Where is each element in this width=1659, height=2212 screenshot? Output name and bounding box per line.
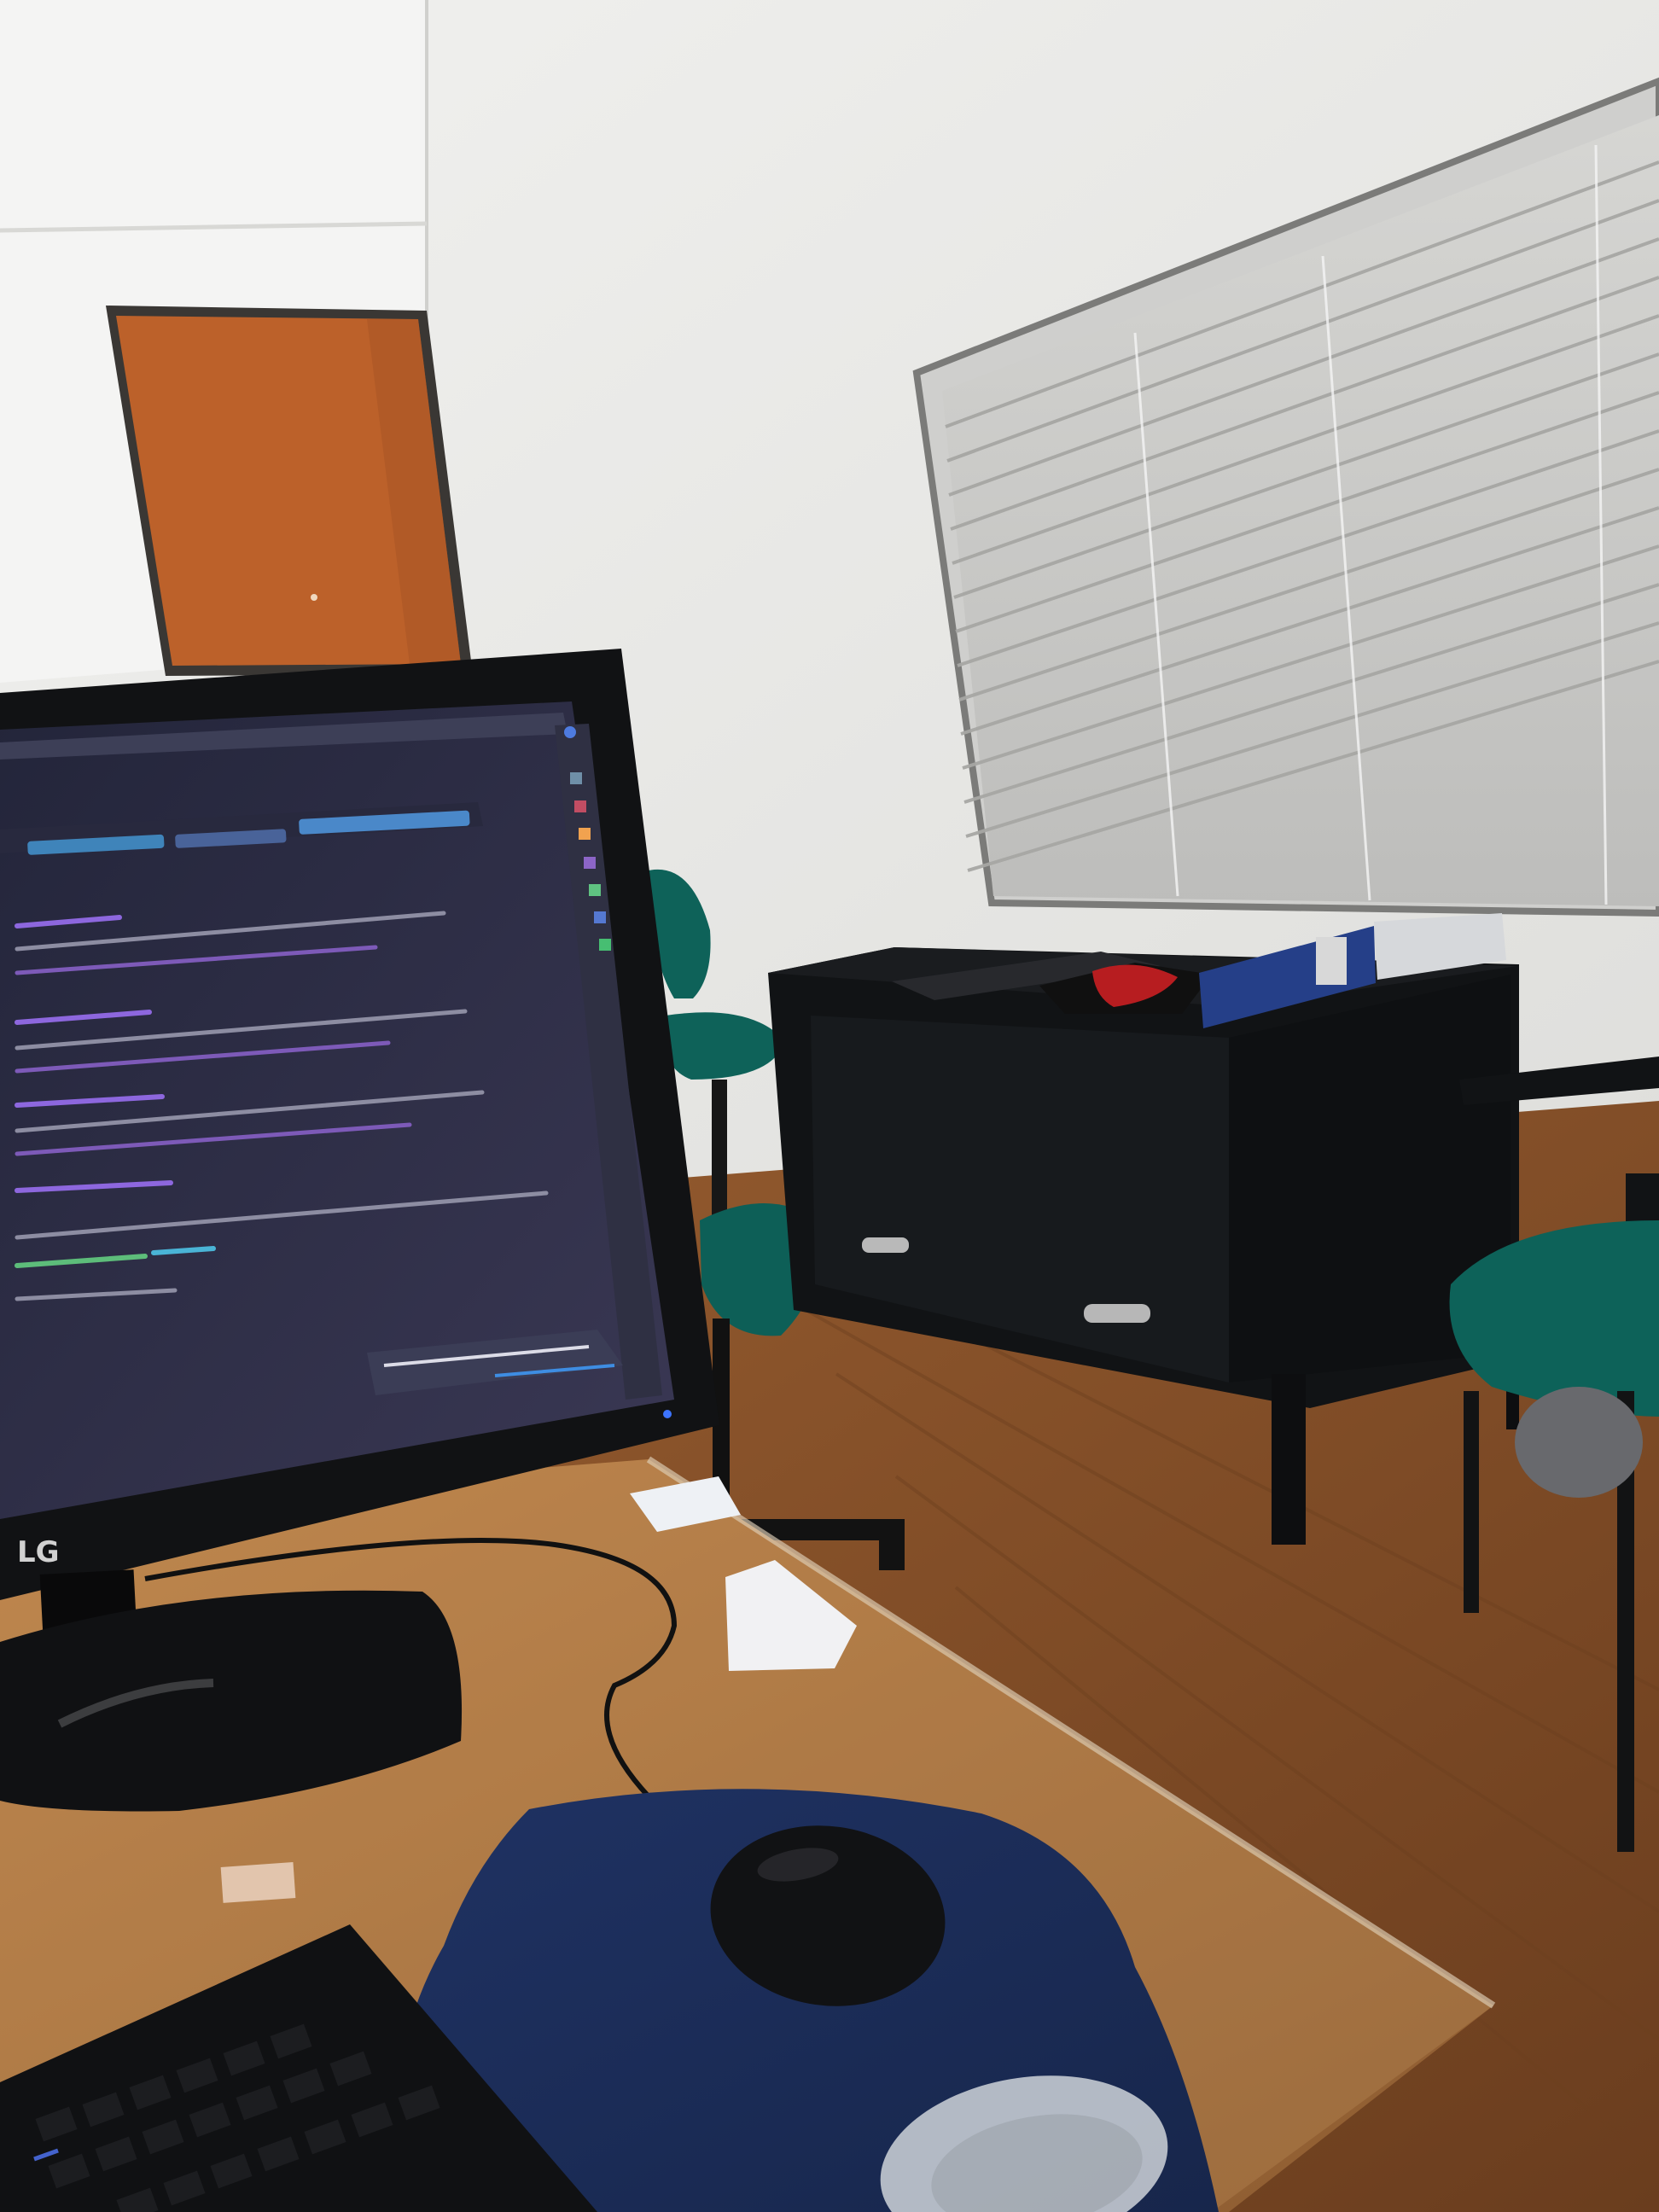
power-led (663, 1410, 672, 1418)
office-scene: LG (0, 0, 1659, 2212)
brand-logo: LG (17, 1535, 60, 1569)
desk-reflection (220, 1862, 296, 1903)
door-knob-mark (311, 594, 317, 601)
